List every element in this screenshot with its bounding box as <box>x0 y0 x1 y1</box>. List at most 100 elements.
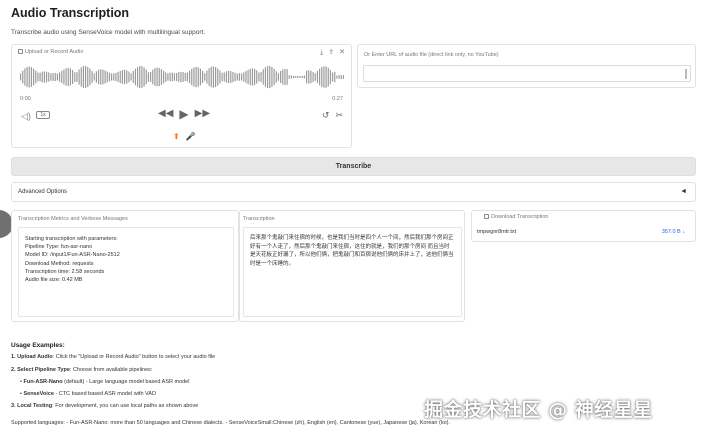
waveform-bar <box>72 70 74 84</box>
waveform-bar <box>26 66 28 88</box>
waveform-bar <box>275 71 277 83</box>
watermark: 掘金技术社区 @ 神经星星 <box>424 399 653 421</box>
waveform-bar <box>134 68 137 86</box>
share-icon[interactable]: ⇪ <box>328 49 334 56</box>
waveform-bar <box>284 68 286 86</box>
url-input[interactable] <box>363 65 691 82</box>
waveform-bar <box>290 75 293 79</box>
waveform-bar <box>184 72 186 82</box>
undo-icon[interactable]: ↺ <box>322 110 330 120</box>
waveform-bar <box>56 73 59 81</box>
waveform-bar <box>228 70 230 84</box>
waveform-bar <box>137 66 139 88</box>
audio-waveform[interactable] <box>20 63 345 91</box>
metrics-line: Audio file size: 0.42 MB <box>25 277 83 284</box>
waveform-bar <box>141 66 143 88</box>
upload-icon[interactable]: ⬆ <box>173 133 180 141</box>
usage-step-3: 3. Local Testing: For development, you c… <box>11 403 199 409</box>
waveform-bar <box>215 66 217 88</box>
waveform-bar <box>119 70 121 84</box>
waveform-bar <box>98 69 100 85</box>
playback-speed-button[interactable]: 1x <box>36 111 50 119</box>
waveform-bar <box>104 70 106 84</box>
waveform-bar <box>251 68 254 86</box>
time-start: 0:00 <box>20 96 31 102</box>
waveform-bar <box>282 69 284 85</box>
waveform-bar <box>54 72 56 82</box>
waveform-bar <box>165 72 167 82</box>
waveform-bar <box>143 67 145 87</box>
metrics-textbox[interactable]: Starting transcription with parameters: … <box>18 227 234 317</box>
play-icon[interactable]: ▶ <box>179 108 188 120</box>
waveform-bar <box>206 70 208 84</box>
waveform-bar <box>310 70 312 84</box>
time-end: 0:27 <box>332 96 343 102</box>
waveform-bar <box>342 75 345 79</box>
waveform-bar <box>108 72 111 82</box>
waveform-bar <box>247 69 249 85</box>
waveform-bar <box>76 72 78 82</box>
url-label: Or Enter URL of audio file (direct link … <box>364 52 499 58</box>
waveform-bar <box>74 72 76 82</box>
waveform-bar <box>115 72 117 82</box>
waveform-bar <box>288 75 290 79</box>
textarea-resize-handle[interactable] <box>685 69 687 79</box>
trim-icon[interactable]: ✂ <box>335 110 343 120</box>
waveform-bar <box>154 68 156 86</box>
transcribe-button[interactable]: Transcribe <box>11 157 696 176</box>
waveform-bar <box>37 72 39 82</box>
waveform-bar <box>147 72 150 82</box>
waveform-bar <box>323 66 325 88</box>
waveform-bar <box>236 73 238 81</box>
metrics-line: Transcription time: 2.58 seconds <box>25 268 105 275</box>
metrics-label: Transcription Metrics and Verbose Messag… <box>18 216 128 222</box>
waveform-bar <box>150 71 152 83</box>
waveform-bar <box>193 67 195 87</box>
waveform-bar <box>67 67 69 87</box>
transcription-panel: Transcription 后来那个鬼敲门来住宿的时候，也是我们当时是四个人一个… <box>239 210 465 322</box>
audio-panel: Upload or Record Audio ⤓ ⇪ ✕ 0:00 0:27 ◁… <box>11 44 352 148</box>
waveform-bar <box>238 73 241 81</box>
waveform-bar <box>35 70 37 84</box>
waveform-bar <box>334 71 336 83</box>
waveform-bar <box>82 66 85 88</box>
url-panel: Or Enter URL of audio file (direct link … <box>357 44 696 88</box>
waveform-bar <box>262 69 264 85</box>
waveform-bar <box>199 68 202 86</box>
usage-title: Usage Examples: <box>11 342 65 349</box>
waveform-bar <box>271 66 273 88</box>
fast-forward-icon[interactable]: ▶▶ <box>195 109 210 119</box>
waveform-bar <box>106 71 108 83</box>
download-panel: Download Transcription tmpwgnr8mtr.txt 3… <box>471 210 696 242</box>
close-icon[interactable]: ✕ <box>339 49 345 56</box>
usage-option-2: • SenseVoice - CTC based based ASR model… <box>20 391 156 397</box>
download-file-size[interactable]: 357.0 B ↓ <box>662 229 685 235</box>
waveform-bar <box>132 71 134 83</box>
waveform-bar <box>189 70 191 84</box>
waveform-bar <box>126 70 128 84</box>
volume-icon[interactable]: ◁) <box>21 111 31 122</box>
advanced-options-accordion[interactable]: Advanced Options ◄ <box>11 182 696 202</box>
waveform-bar <box>61 70 63 84</box>
waveform-bar <box>128 71 130 83</box>
waveform-bar <box>212 66 215 88</box>
supported-languages: Supported languages: - Fun-ASR-Nano: mor… <box>11 420 451 426</box>
waveform-bar <box>28 66 30 88</box>
waveform-bar <box>152 69 154 85</box>
microphone-icon[interactable]: 🎤 <box>186 133 196 141</box>
music-note-icon <box>18 49 23 54</box>
transcription-textbox[interactable]: 后来那个鬼敲门来住宿的时候，也是我们当时是四个人一个间，然后我们那个房间正好有一… <box>243 227 462 317</box>
download-file-link[interactable]: tmpwgnr8mtr.txt <box>477 229 516 235</box>
download-icon[interactable]: ⤓ <box>320 49 323 56</box>
waveform-bar <box>258 72 260 82</box>
waveform-bar <box>167 73 169 81</box>
waveform-bar <box>169 72 171 82</box>
waveform-bar <box>208 68 210 86</box>
waveform-bar <box>303 75 306 79</box>
transcription-label: Transcription <box>243 216 275 222</box>
waveform-bar <box>204 73 206 81</box>
rewind-icon[interactable]: ◀◀ <box>158 109 173 119</box>
waveform-bar <box>182 72 184 82</box>
waveform-bar <box>93 73 95 81</box>
waveform-bar <box>197 67 199 87</box>
